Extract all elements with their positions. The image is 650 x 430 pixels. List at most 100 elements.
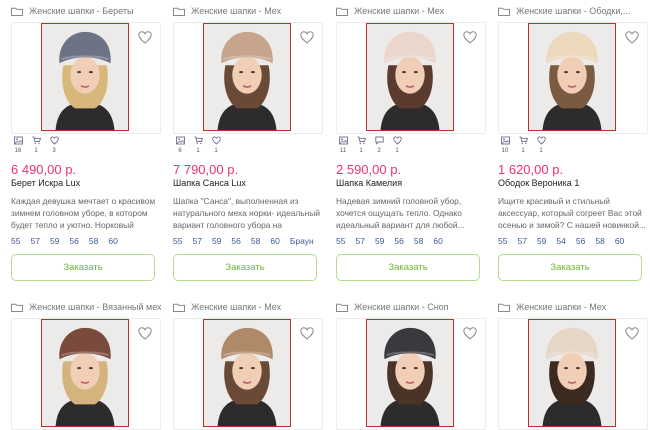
product-title[interactable]: Ободок Вероника 1 bbox=[498, 178, 579, 188]
product-image[interactable] bbox=[203, 23, 291, 131]
order-button[interactable]: Заказать bbox=[11, 254, 155, 281]
size-option[interactable]: 58 bbox=[89, 236, 98, 246]
size-option[interactable]: 57 bbox=[192, 236, 201, 246]
category-label: Женские шапки - Мех bbox=[354, 6, 445, 16]
category-link[interactable]: Женские шапки - Мех bbox=[173, 300, 323, 314]
favorite-heart-icon[interactable] bbox=[625, 327, 639, 340]
folder-icon bbox=[498, 7, 516, 16]
size-list: 55 57 59 54 56 58 60 bbox=[498, 236, 648, 246]
stat-likes[interactable]: 1 bbox=[209, 136, 223, 155]
stat-likes[interactable]: 1 bbox=[534, 136, 548, 155]
comments-icon bbox=[372, 136, 386, 145]
order-button[interactable]: Заказать bbox=[498, 254, 642, 281]
stat-count: 1 bbox=[521, 148, 525, 154]
product-photo[interactable] bbox=[498, 22, 648, 134]
size-option[interactable]: Браун bbox=[290, 236, 314, 246]
size-option[interactable]: 56 bbox=[69, 236, 78, 246]
stat-photos[interactable]: 16 bbox=[11, 136, 25, 155]
size-option[interactable]: 59 bbox=[212, 236, 221, 246]
category-link[interactable]: Женские шапки - Береты bbox=[11, 4, 161, 18]
favorite-heart-icon[interactable] bbox=[138, 31, 152, 44]
stat-count: 10 bbox=[501, 148, 509, 154]
category-link[interactable]: Женские шапки - Мех bbox=[336, 4, 486, 18]
favorite-heart-icon[interactable] bbox=[625, 31, 639, 44]
favorite-heart-icon[interactable] bbox=[138, 327, 152, 340]
likes-icon bbox=[390, 136, 404, 145]
size-list: 55 57 59 56 58 60 Браун bbox=[173, 236, 323, 246]
size-option[interactable]: 59 bbox=[537, 236, 546, 246]
stat-count: 1 bbox=[196, 148, 200, 154]
product-image[interactable] bbox=[41, 23, 129, 131]
size-option[interactable]: 60 bbox=[615, 236, 624, 246]
likes-icon bbox=[47, 136, 61, 145]
size-option[interactable]: 58 bbox=[251, 236, 260, 246]
stat-count: 16 bbox=[14, 148, 22, 154]
order-button[interactable]: Заказать bbox=[336, 254, 480, 281]
category-link[interactable]: Женские шапки - Мех bbox=[173, 4, 323, 18]
stat-photos[interactable]: 10 bbox=[498, 136, 512, 155]
size-option[interactable]: 58 bbox=[595, 236, 604, 246]
category-label: Женские шапки - Вязанный мех... bbox=[29, 302, 161, 312]
stat-count: 11 bbox=[339, 148, 347, 154]
size-option[interactable]: 56 bbox=[231, 236, 240, 246]
size-option[interactable]: 55 bbox=[11, 236, 20, 246]
category-link[interactable]: Женские шапки - Сноп bbox=[336, 300, 486, 314]
favorite-heart-icon[interactable] bbox=[463, 31, 477, 44]
size-option[interactable]: 57 bbox=[355, 236, 364, 246]
size-option[interactable]: 55 bbox=[336, 236, 345, 246]
stat-likes[interactable]: 1 bbox=[390, 136, 404, 155]
stat-count: 6 bbox=[178, 148, 182, 154]
size-option[interactable]: 60 bbox=[270, 236, 279, 246]
category-label: Женские шапки - Сноп bbox=[354, 302, 449, 312]
favorite-heart-icon[interactable] bbox=[300, 327, 314, 340]
favorite-heart-icon[interactable] bbox=[300, 31, 314, 44]
stat-photos[interactable]: 11 bbox=[336, 136, 350, 155]
size-option[interactable]: 60 bbox=[108, 236, 117, 246]
product-title[interactable]: Шапка Санса Lux bbox=[173, 178, 246, 188]
photos-icon bbox=[498, 136, 512, 145]
photos-icon bbox=[336, 136, 350, 145]
stat-comments[interactable]: 2 bbox=[372, 136, 386, 155]
category-link[interactable]: Женские шапки - Вязанный мех... bbox=[11, 300, 161, 314]
product-photo[interactable] bbox=[336, 318, 486, 430]
product-image[interactable] bbox=[528, 23, 616, 131]
favorite-heart-icon[interactable] bbox=[463, 327, 477, 340]
order-button[interactable]: Заказать bbox=[173, 254, 317, 281]
product-photo[interactable] bbox=[336, 22, 486, 134]
stat-cart[interactable]: 1 bbox=[516, 136, 530, 155]
product-price: 7 790,00 р. bbox=[173, 162, 239, 177]
product-photo[interactable] bbox=[173, 318, 323, 430]
stat-photos[interactable]: 6 bbox=[173, 136, 187, 155]
category-link[interactable]: Женские шапки - Мех bbox=[498, 300, 648, 314]
product-price: 2 590,00 р. bbox=[336, 162, 402, 177]
product-title[interactable]: Шапка Камелия bbox=[336, 178, 402, 188]
product-image[interactable] bbox=[366, 23, 454, 131]
size-option[interactable]: 57 bbox=[517, 236, 526, 246]
size-option[interactable]: 58 bbox=[414, 236, 423, 246]
size-option[interactable]: 57 bbox=[30, 236, 39, 246]
likes-icon bbox=[534, 136, 548, 145]
size-option[interactable]: 56 bbox=[394, 236, 403, 246]
product-photo[interactable] bbox=[11, 318, 161, 430]
product-photo[interactable] bbox=[11, 22, 161, 134]
stat-likes[interactable]: 3 bbox=[47, 136, 61, 155]
product-photo[interactable] bbox=[173, 22, 323, 134]
stat-count: 1 bbox=[395, 148, 399, 154]
size-option[interactable]: 55 bbox=[173, 236, 182, 246]
category-label: Женские шапки - Береты bbox=[29, 6, 134, 16]
size-option[interactable]: 55 bbox=[498, 236, 507, 246]
size-option[interactable]: 56 bbox=[576, 236, 585, 246]
stat-count: 1 bbox=[539, 148, 543, 154]
size-option[interactable]: 59 bbox=[375, 236, 384, 246]
category-link[interactable]: Женские шапки - Ободки,... bbox=[498, 4, 648, 18]
stat-cart[interactable]: 1 bbox=[354, 136, 368, 155]
product-photo[interactable] bbox=[498, 318, 648, 430]
stat-cart[interactable]: 1 bbox=[29, 136, 43, 155]
size-option[interactable]: 59 bbox=[50, 236, 59, 246]
product-title[interactable]: Берет Искра Lux bbox=[11, 178, 80, 188]
stat-cart[interactable]: 1 bbox=[191, 136, 205, 155]
stat-count: 1 bbox=[34, 148, 38, 154]
product-description: Каждая девушка мечтает о красивом зимнем… bbox=[11, 196, 156, 230]
size-option[interactable]: 60 bbox=[433, 236, 442, 246]
size-option[interactable]: 54 bbox=[556, 236, 565, 246]
